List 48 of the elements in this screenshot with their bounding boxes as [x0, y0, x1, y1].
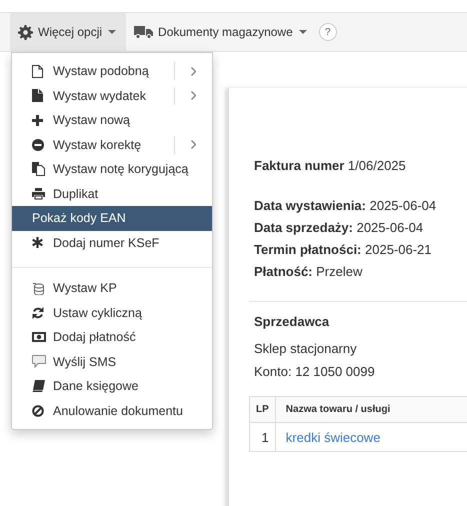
caret-icon: [108, 30, 116, 34]
speech-bubble-icon: [32, 355, 46, 368]
menu-item[interactable]: Wystaw wydatek: [12, 84, 174, 108]
invoice-field: Data sprzedaży: 2025-06-04: [254, 220, 467, 235]
minus-circle-icon: [32, 138, 44, 151]
menu-item[interactable]: Dodaj płatność: [12, 325, 212, 350]
chevron-right-icon: [191, 140, 196, 150]
column-header: Nazwa towaru / usługi: [275, 396, 467, 422]
menu-item[interactable]: Wystaw KP: [12, 276, 212, 300]
banknote-icon: [32, 332, 46, 342]
menu-item[interactable]: Wystaw notę korygującą: [12, 157, 212, 182]
ban-icon: [32, 404, 44, 417]
seller-name: Sklep stacjonarny: [254, 341, 358, 356]
seller-account: Konto: 12 1050 0099: [254, 364, 376, 379]
menu-item[interactable]: Wystaw podobną: [12, 59, 174, 84]
menu-item[interactable]: Ustaw cykliczną: [12, 300, 212, 325]
invoice-field: Data wystawienia: 2025-06-04: [254, 198, 467, 213]
menu-item[interactable]: Dodaj numer KSeF: [12, 230, 212, 255]
chevron-right-icon: [191, 66, 196, 76]
copy-icon: [32, 162, 45, 176]
menu-item[interactable]: Wystaw korektę: [12, 132, 174, 157]
file-icon: [32, 64, 43, 78]
plus-icon: [32, 114, 43, 126]
file-icon: [32, 89, 43, 102]
column-header: LP: [250, 396, 276, 422]
menu-item[interactable]: Dane księgowe: [12, 374, 212, 398]
book-icon: [32, 380, 45, 392]
truck-icon: [134, 25, 154, 39]
menu-item[interactable]: Wyślij SMS: [12, 350, 212, 374]
invoice-field: Termin płatności: 2025-06-21: [254, 242, 467, 257]
menu-item[interactable]: Duplikat: [12, 182, 212, 206]
caret-icon: [298, 30, 307, 34]
toolbar-button[interactable]: Dokumenty magazynowe: [126, 13, 317, 51]
printer-icon: [32, 188, 45, 200]
table-cell: 1: [250, 422, 276, 452]
invoice-title: Faktura numer 1/06/2025: [254, 158, 407, 173]
menu-item[interactable]: Pokaż kody EAN: [12, 206, 212, 230]
database-icon: [32, 282, 44, 295]
toolbar-button[interactable]: Więcej opcji: [10, 13, 126, 51]
menu-item[interactable]: Wystaw nową: [12, 108, 212, 132]
menu-item[interactable]: Anulowanie dokumentu: [12, 398, 212, 423]
chevron-right-icon: [191, 91, 196, 100]
help-button[interactable]: ?: [318, 23, 337, 41]
seller-heading: Sprzedawca: [254, 314, 330, 329]
refresh-icon: [32, 306, 44, 319]
invoice-field: Płatność: Przelew: [254, 264, 467, 279]
asterisk-icon: [32, 237, 43, 248]
gear-icon: [18, 24, 33, 40]
